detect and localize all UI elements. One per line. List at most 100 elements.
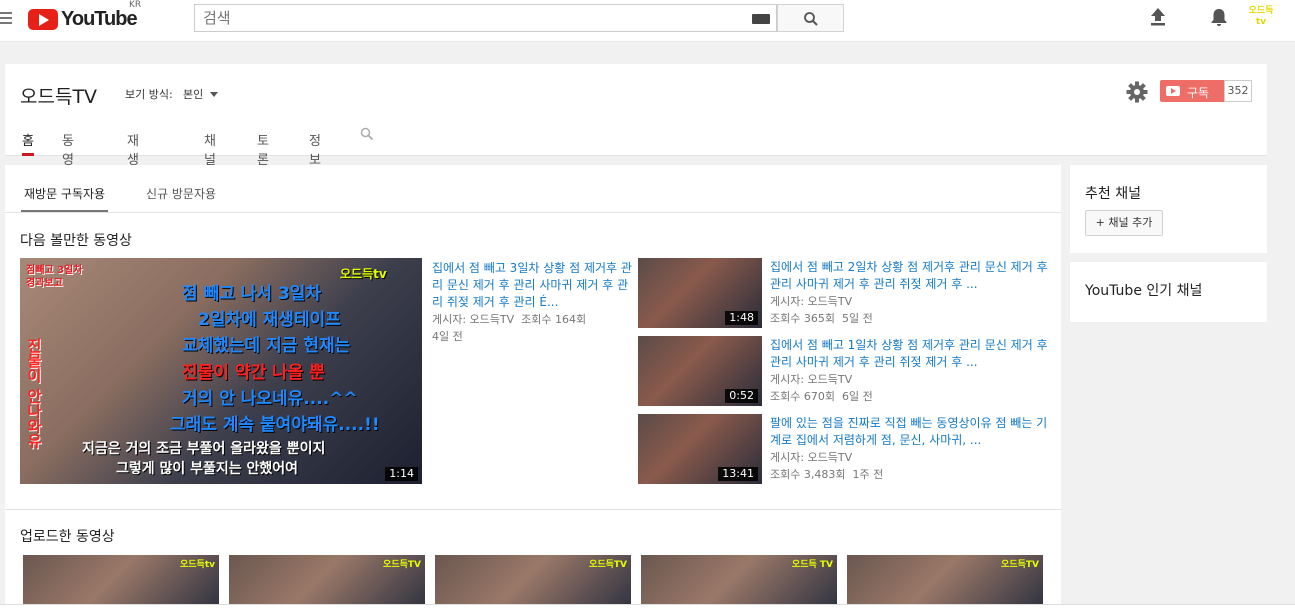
video-age: 5일 전 [841, 312, 873, 325]
add-channel-button[interactable]: + 채널 추가 [1085, 210, 1163, 236]
subtab-returning-subscribers[interactable]: 재방문 구독자용 [20, 185, 109, 212]
thumb-side-text: 진물이 안나와유 [25, 338, 43, 449]
tab-playlists[interactable]: 재생목록 [127, 130, 139, 206]
video-views: 조회수 670회 [770, 390, 835, 403]
video-author[interactable]: 게시자: 오드득TV [432, 313, 514, 326]
video-thumbnail[interactable]: 13:41 [638, 414, 762, 484]
video-meta: 조회수 365회 5일 전 [770, 310, 1050, 327]
thumb-brand-text: 오드득TV [383, 560, 421, 570]
status-bar [0, 604, 1295, 611]
youtube-logo[interactable]: YouTube [28, 7, 138, 31]
chevron-down-icon[interactable] [210, 92, 218, 97]
upload-video-thumbnail[interactable]: 오드득tv [23, 555, 219, 611]
divider [5, 509, 1061, 510]
thumb-line-1: 점 빼고 나서 3일차 [182, 284, 322, 304]
video-age: 4일 전 [432, 330, 463, 343]
upload-video-thumbnail[interactable]: 오드득TV [435, 555, 631, 611]
thumb-corner-text: 점빼고 3일차 경과보고 [26, 265, 83, 289]
thumb-brand-text: 오드득TV [589, 560, 627, 570]
video-views: 조회수 164회 [521, 313, 587, 326]
account-avatar[interactable]: 오드득tv [1248, 6, 1274, 32]
search-box [194, 4, 777, 32]
popular-channels-card: YouTube 인기 채널 [1070, 262, 1267, 322]
page-scrollbar[interactable] [1289, 42, 1295, 611]
video-age: 1주 전 [852, 468, 884, 481]
search-input[interactable] [195, 5, 735, 31]
guide-menu-icon[interactable] [0, 12, 14, 26]
thumb-line-5: 거의 안 나오네유....^^ [182, 389, 358, 409]
thumb-brand-text: 오드득tv [340, 267, 387, 281]
thumb-line-6: 그래도 계속 붙여야돼유....!! [170, 415, 380, 435]
masthead: YouTube KR 오드득tv [0, 0, 1295, 42]
keyboard-icon[interactable] [752, 14, 770, 24]
video-author[interactable]: 게시자: 오드득TV [770, 449, 1050, 466]
video-thumbnail[interactable]: 0:52 [638, 336, 762, 406]
search-icon [804, 12, 818, 26]
channel-title[interactable]: 오드득TV [20, 82, 97, 109]
video-views: 조회수 3,483회 [770, 468, 846, 481]
channel-search-icon[interactable] [360, 127, 374, 141]
youtube-play-icon [1166, 86, 1180, 96]
thumb-line-4: 진물이 약간 나올 뿐 [182, 363, 325, 383]
thumb-line-2: 2일차에 재생테이프 [198, 310, 341, 330]
youtube-play-icon [28, 8, 58, 30]
video-duration: 1:14 [385, 467, 418, 481]
video-title-link[interactable]: 집에서 점 빼고 3일차 상황 점 제거후 관리 문신 제거 후 관리 사마귀 … [432, 260, 632, 311]
upload-video-thumbnail[interactable]: 오드득TV [847, 555, 1043, 611]
thumb-brand-text: 오드득TV [1001, 560, 1039, 570]
recommended-channels-title: 추천 채널 [1085, 186, 1141, 202]
video-meta: 조회수 670회 6일 전 [770, 388, 1050, 405]
upload-icon[interactable] [1149, 7, 1167, 27]
view-as-label: 보기 방식: [125, 88, 173, 101]
logo-text: YouTube [61, 7, 138, 30]
video-author[interactable]: 게시자: 오드득TV [770, 371, 1050, 388]
video-author[interactable]: 게시자: 오드득TV [770, 293, 1050, 310]
section-title-uploads: 업로드한 동영상 [20, 529, 115, 545]
thumb-brand-text: 오드득tv [179, 560, 215, 570]
video-meta: 게시자: 오드득TV 조회수 164회 [432, 311, 632, 328]
video-title-link[interactable]: 집에서 점 빼고 1일차 상황 점 제거후 관리 문신 제거 후 관리 사마귀 … [770, 337, 1050, 371]
view-as-dropdown[interactable]: 본인 [183, 86, 203, 102]
section-title-whats-next: 다음 볼만한 동영상 [20, 233, 132, 249]
thumb-line-8: 그렇게 많이 부풀지는 안했어여 [116, 461, 299, 477]
list-item: 1:48 집에서 점 빼고 2일차 상황 점 제거후 관리 문신 제거 후 관리… [638, 258, 1048, 328]
divider [5, 212, 1061, 213]
video-duration: 1:48 [725, 311, 758, 325]
video-title-link[interactable]: 집에서 점 빼고 2일차 상황 점 제거후 관리 문신 제거 후 관리 사마귀 … [770, 259, 1050, 293]
tab-discussion[interactable]: 토론 [257, 130, 269, 168]
featured-video-thumbnail[interactable]: 점빼고 3일차 경과보고 오드득tv 점 빼고 나서 3일차 2일차에 재생테이… [20, 258, 422, 484]
subscribe-label: 구독 [1187, 86, 1210, 100]
video-info: 집에서 점 빼고 1일차 상황 점 제거후 관리 문신 제거 후 관리 사마귀 … [770, 337, 1050, 405]
region-code: KR [129, 0, 142, 10]
tab-channels[interactable]: 채널 [204, 130, 216, 168]
list-item: 0:52 집에서 점 빼고 1일차 상황 점 제거후 관리 문신 제거 후 관리… [638, 336, 1048, 406]
upload-video-thumbnail[interactable]: 오드득 TV [641, 555, 837, 611]
thumb-brand-text: 오드득 TV [791, 560, 833, 570]
video-duration: 0:52 [725, 389, 758, 403]
upload-video-thumbnail[interactable]: 오드득TV [229, 555, 425, 611]
gear-icon[interactable] [1126, 81, 1148, 103]
recommended-channels-card: 추천 채널 + 채널 추가 [1070, 165, 1267, 253]
video-info: 집에서 점 빼고 2일차 상황 점 제거후 관리 문신 제거 후 관리 사마귀 … [770, 259, 1050, 327]
video-views: 조회수 365회 [770, 312, 835, 325]
list-item: 13:41 팔에 있는 점을 진짜로 직접 빼는 동영상이유 점 빼는 기계로 … [638, 414, 1048, 484]
video-meta: 조회수 3,483회 1주 전 [770, 466, 1050, 483]
video-duration: 13:41 [718, 467, 758, 481]
video-title-link[interactable]: 팔에 있는 점을 진짜로 직접 빼는 동영상이유 점 빼는 기계로 집에서 저렴… [770, 415, 1050, 449]
subtab-new-visitors[interactable]: 신규 방문자용 [146, 185, 216, 212]
video-info: 팔에 있는 점을 진짜로 직접 빼는 동영상이유 점 빼는 기계로 집에서 저렴… [770, 415, 1050, 483]
thumb-line-7: 지금은 거의 조금 부풀어 올라왔을 뿐이지 [82, 441, 326, 457]
featured-video-info: 집에서 점 빼고 3일차 상황 점 제거후 관리 문신 제거 후 관리 사마귀 … [432, 260, 632, 345]
video-thumbnail[interactable]: 1:48 [638, 258, 762, 328]
popular-channels-title[interactable]: YouTube 인기 채널 [1085, 280, 1202, 300]
channel-home-content: 재방문 구독자용 신규 방문자용 다음 볼만한 동영상 점빼고 3일차 경과보고… [5, 165, 1061, 611]
thumb-line-3: 교체했는데 지금 현재는 [182, 336, 351, 356]
notification-bell-icon[interactable] [1209, 7, 1229, 27]
tab-home[interactable]: 홈 [22, 130, 34, 156]
search-button[interactable] [777, 4, 844, 32]
tab-videos[interactable]: 동영상 [62, 130, 74, 187]
channel-header: 오드득TV 보기 방식: 본인 구독 352 홈 동영상 재생목록 채널 토론 … [5, 64, 1267, 206]
subscriber-count: 352 [1224, 80, 1252, 102]
video-age: 6일 전 [841, 390, 873, 403]
tab-about[interactable]: 정보 [309, 130, 321, 168]
